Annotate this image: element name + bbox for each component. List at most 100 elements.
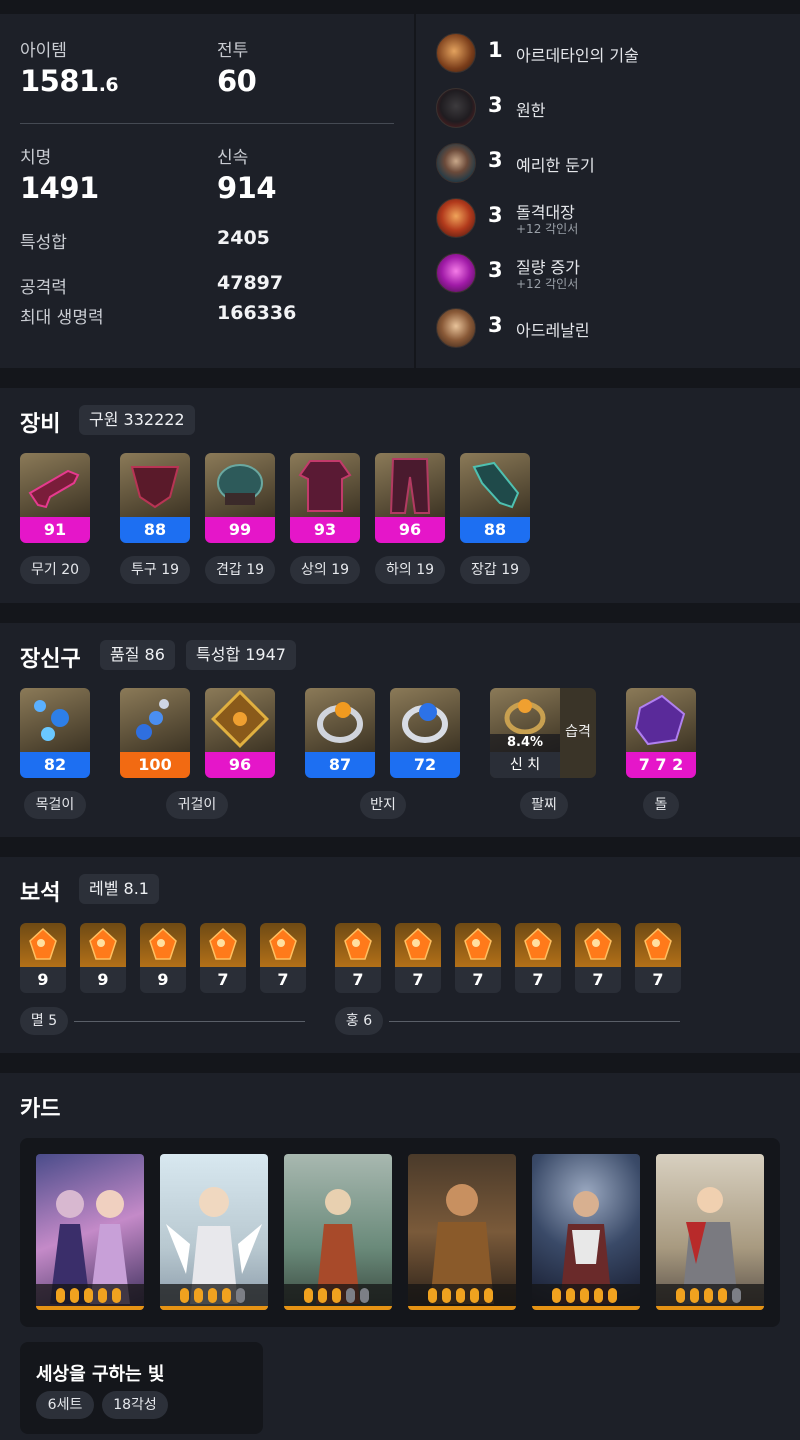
accessory-label: 목걸이 — [24, 791, 86, 819]
gem-icon — [455, 923, 501, 967]
equipment-slot-chest[interactable]: 93 — [290, 453, 360, 543]
awakening-dot-on — [428, 1288, 437, 1303]
gem-slot[interactable]: 9 — [140, 923, 186, 993]
section-title: 장비 — [20, 412, 61, 437]
spec-sum-value: 2405 — [217, 227, 270, 249]
awakening-dot-off — [732, 1288, 741, 1303]
gem-slot[interactable]: 7 — [395, 923, 441, 993]
swiftness-value: 914 — [217, 171, 277, 205]
engraving-level: 3 — [488, 93, 503, 117]
awakening-dot-on — [442, 1288, 451, 1303]
engraving-level: 3 — [488, 258, 503, 282]
awakening-dot-on — [56, 1288, 65, 1303]
engraving-row[interactable]: 1 아르데타인의 기술 — [436, 33, 776, 73]
card-underline — [160, 1306, 268, 1310]
earring-icon — [120, 688, 190, 752]
card-underline — [656, 1306, 764, 1310]
awakening-dot-on — [594, 1288, 603, 1303]
equipment-slot-gloves[interactable]: 88 — [460, 453, 530, 543]
card-slot[interactable] — [408, 1154, 516, 1310]
engraving-row[interactable]: 3 질량 증가 +12 각인서 — [436, 253, 776, 293]
bracelet-percent: 8.4% — [490, 734, 560, 752]
gem-slot[interactable]: 7 — [635, 923, 681, 993]
card-slot[interactable] — [284, 1154, 392, 1310]
gem-slot[interactable]: 7 — [260, 923, 306, 993]
engraving-row[interactable]: 3 아드레날린 — [436, 308, 776, 348]
gem-slot[interactable]: 9 — [80, 923, 126, 993]
equipment-label: 투구 19 — [120, 556, 190, 584]
engraving-row[interactable]: 3 원한 — [436, 88, 776, 128]
gem-group-label: 멸 5 — [20, 1007, 68, 1035]
gem-slot[interactable]: 7 — [575, 923, 621, 993]
quality-bar: 72 — [390, 752, 460, 778]
engraving-grudge-icon — [436, 88, 476, 128]
section-title: 보석 — [20, 881, 61, 906]
awakening-dot-on — [112, 1288, 121, 1303]
awakening-dot-on — [208, 1288, 217, 1303]
awakening-dot-on — [332, 1288, 341, 1303]
card-slot[interactable] — [36, 1154, 144, 1310]
equipment-section: 장비 구원 332222 91 88 99 93 96 88 무기 20 투구 … — [0, 388, 800, 603]
card-slot[interactable] — [532, 1154, 640, 1310]
card-set-box[interactable]: 세상을 구하는 빛 6세트 18각성 — [20, 1342, 263, 1434]
gem-slot[interactable]: 7 — [515, 923, 561, 993]
gloves-icon — [460, 453, 530, 517]
gem-level: 7 — [217, 970, 229, 989]
gem-slot[interactable]: 7 — [455, 923, 501, 993]
card-underline — [532, 1306, 640, 1310]
awakening-dot-on — [484, 1288, 493, 1303]
gem-level: 7 — [277, 970, 289, 989]
gem-icon — [515, 923, 561, 967]
engraving-book-bonus: +12 각인서 — [516, 277, 579, 291]
awakening-dot-on — [690, 1288, 699, 1303]
panel-divider — [414, 14, 416, 368]
card-slot[interactable] — [160, 1154, 268, 1310]
gem-group-line — [389, 1021, 680, 1022]
accessory-slot-ring[interactable]: 72 — [390, 688, 460, 778]
ability-stone-icon — [626, 688, 696, 752]
accessory-slot-bracelet[interactable]: 8.4% 신 치 습격 — [490, 688, 596, 778]
accessory-slot-ring[interactable]: 87 — [305, 688, 375, 778]
card-underline — [36, 1306, 144, 1310]
engraving-name: 아르데타인의 기술 — [516, 46, 639, 65]
engraving-row[interactable]: 3 예리한 둔기 — [436, 143, 776, 183]
quality-bar: 100 — [120, 752, 190, 778]
quality-bar: 96 — [375, 517, 445, 543]
awakening-dot-on — [470, 1288, 479, 1303]
gem-slot[interactable]: 9 — [20, 923, 66, 993]
equipment-label: 장갑 19 — [460, 556, 530, 584]
accessory-slot-stone[interactable]: 7 7 2 — [626, 688, 696, 778]
helmet-icon — [120, 453, 190, 517]
engraving-mass-increase-icon — [436, 253, 476, 293]
accessory-label: 귀걸이 — [166, 791, 228, 819]
set-chip: 구원 332222 — [79, 405, 195, 435]
equipment-slot-weapon[interactable]: 91 — [20, 453, 90, 543]
gem-icon — [80, 923, 126, 967]
gem-level: 9 — [157, 970, 169, 989]
accessory-slot-earring[interactable]: 100 — [120, 688, 190, 778]
engraving-level: 3 — [488, 203, 503, 227]
gem-icon — [140, 923, 186, 967]
equipment-slot-shoulder[interactable]: 99 — [205, 453, 275, 543]
engraving-adrenaline-icon — [436, 308, 476, 348]
equipment-slot-pants[interactable]: 96 — [375, 453, 445, 543]
crit-label: 치명 — [20, 148, 52, 168]
quality-bar: 91 — [20, 517, 90, 543]
accessory-slot-necklace[interactable]: 82 — [20, 688, 90, 778]
gem-icon — [635, 923, 681, 967]
quality-bar: 87 — [305, 752, 375, 778]
card-slot[interactable] — [656, 1154, 764, 1310]
equipment-slot-helmet[interactable]: 88 — [120, 453, 190, 543]
bracelet-tag: 습격 — [565, 724, 591, 740]
engraving-row[interactable]: 3 돌격대장 +12 각인서 — [436, 198, 776, 238]
gem-level: 7 — [412, 970, 424, 989]
stats-panel: 아이템 1581.6 전투 60 치명 1491 신속 914 특성합 2405… — [0, 14, 800, 368]
gem-slot[interactable]: 7 — [335, 923, 381, 993]
gem-icon — [20, 923, 66, 967]
awakening-dot-off — [236, 1288, 245, 1303]
accessory-slot-earring[interactable]: 96 — [205, 688, 275, 778]
awakening-dot-on — [456, 1288, 465, 1303]
gem-slot[interactable]: 7 — [200, 923, 246, 993]
awakening-dot-on — [608, 1288, 617, 1303]
max-hp-label: 최대 생명력 — [20, 308, 104, 328]
